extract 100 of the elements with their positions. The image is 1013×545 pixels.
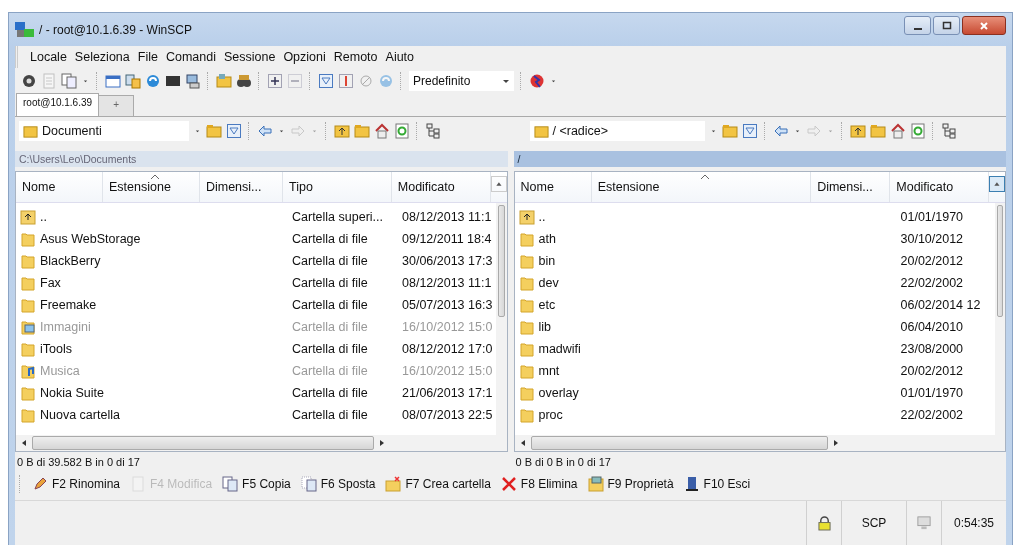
location-dropdown[interactable]: / <radice> <box>529 121 705 141</box>
file-name[interactable]: bin <box>538 254 556 268</box>
file-name[interactable]: .. <box>538 210 546 224</box>
parent-folder-icon[interactable] <box>334 123 350 139</box>
folder-icon <box>20 385 36 401</box>
menu-item[interactable]: Comandi <box>161 48 220 66</box>
file-name[interactable]: dev <box>538 276 559 290</box>
menu-item[interactable]: Aiuto <box>381 48 419 66</box>
file-name[interactable]: .. <box>40 210 47 224</box>
column-header[interactable]: Estensione <box>591 172 812 202</box>
modified-date: 30/10/2012 <box>899 232 965 246</box>
back-arrow-icon[interactable] <box>772 123 789 139</box>
column-header[interactable]: Estensione <box>103 172 200 202</box>
menu-item[interactable]: Remoto <box>329 48 382 66</box>
transfer-icon[interactable] <box>125 73 141 89</box>
refresh-icon[interactable] <box>145 73 161 89</box>
filter-icon[interactable] <box>226 123 242 139</box>
location-dropdown[interactable]: Documenti <box>19 121 189 141</box>
modified-date: 05/07/2013 16:3 <box>401 298 494 312</box>
folder-icon <box>20 297 36 313</box>
window-icon[interactable] <box>105 73 121 89</box>
file-name[interactable]: overlay <box>538 386 579 400</box>
menu-item[interactable]: Seleziona <box>70 48 134 66</box>
column-header[interactable]: Modificato <box>391 172 491 202</box>
session-tab[interactable]: root@10.1.6.39 <box>16 93 100 116</box>
modified-date: 08/12/2013 11:1 <box>401 210 493 224</box>
file-name[interactable]: Fax <box>40 276 61 290</box>
modified-date: 08/12/2012 17:0 <box>401 342 494 356</box>
close-button[interactable] <box>962 16 1006 35</box>
modified-date: 21/06/2013 17:1 <box>401 386 494 400</box>
file-name[interactable]: proc <box>538 408 563 422</box>
computer-icon[interactable] <box>185 73 201 89</box>
scroll-up-button[interactable] <box>490 176 507 192</box>
binoculars-icon[interactable] <box>236 73 252 89</box>
function-key-button[interactable]: F8 Elimina <box>498 476 580 492</box>
file-type: Cartella di file <box>291 386 369 400</box>
file-name[interactable]: Nokia Suite <box>40 386 104 400</box>
back-arrow-icon[interactable] <box>257 123 273 139</box>
refresh-icon[interactable] <box>909 123 926 139</box>
scroll-right-icon <box>831 439 840 447</box>
function-key-button[interactable]: F2 Rinomina <box>30 476 123 492</box>
file-type: Cartella di file <box>291 408 369 422</box>
file-name[interactable]: mnt <box>538 364 560 378</box>
reload-icon[interactable] <box>378 73 394 89</box>
home-icon[interactable] <box>374 123 390 139</box>
profile-dropdown[interactable]: Predefinito <box>409 71 514 91</box>
horizontal-scrollbar[interactable] <box>16 435 507 451</box>
menu-item[interactable]: Locale <box>26 48 71 66</box>
maximize-button[interactable] <box>933 16 960 35</box>
file-name[interactable]: Nuova cartella <box>40 408 120 422</box>
folder-icon[interactable] <box>206 123 222 139</box>
file-name[interactable]: madwifi <box>538 342 581 356</box>
modified-date: 16/10/2012 15:0 <box>401 320 494 334</box>
home-icon[interactable] <box>889 123 906 139</box>
modified-date: 01/01/1970 <box>899 386 965 400</box>
function-key-button[interactable]: F7 Crea cartella <box>383 476 493 492</box>
column-header[interactable]: Dimensi... <box>811 172 891 202</box>
column-header[interactable]: Nome <box>16 172 104 202</box>
close-icon <box>979 20 989 31</box>
file-name[interactable]: ath <box>538 232 556 246</box>
refresh-icon[interactable] <box>394 123 410 139</box>
tree-icon[interactable] <box>940 123 957 139</box>
folder-icon <box>518 341 535 357</box>
column-header[interactable]: Nome <box>514 172 592 202</box>
folder-icon <box>20 407 36 423</box>
file-name[interactable]: Asus WebStorage <box>40 232 141 246</box>
function-key-button[interactable]: F9 Proprietà <box>585 476 676 492</box>
menu-item[interactable]: Sessione <box>219 48 280 66</box>
filter-icon[interactable] <box>318 73 334 89</box>
scroll-up-button[interactable] <box>989 176 1005 192</box>
modified-date: 16/10/2012 15:0 <box>401 364 494 378</box>
function-key-button[interactable]: F5 Copia <box>220 476 293 492</box>
parent-folder-icon[interactable] <box>849 123 866 139</box>
minimize-button[interactable] <box>904 16 931 35</box>
function-key-button[interactable]: F6 Sposta <box>298 476 378 492</box>
file-name[interactable]: iTools <box>40 342 72 356</box>
documents-icon[interactable] <box>61 73 77 89</box>
menu-item[interactable]: Opzioni <box>279 48 330 66</box>
pencil-icon <box>32 476 48 492</box>
tree-icon[interactable] <box>425 123 441 139</box>
file-type: Cartella di file <box>291 276 369 290</box>
file-name[interactable]: Freemake <box>40 298 97 312</box>
session-tab[interactable]: + <box>98 95 135 116</box>
modified-date: 01/01/1970 <box>899 210 965 224</box>
gear-icon[interactable] <box>21 73 37 89</box>
filter-icon[interactable] <box>741 123 758 139</box>
file-name[interactable]: lib <box>538 320 551 334</box>
column-header[interactable]: Tipo <box>283 172 392 202</box>
column-header[interactable]: Dimensi... <box>199 172 283 202</box>
file-name[interactable]: BlackBerry <box>40 254 101 268</box>
horizontal-scrollbar[interactable] <box>514 435 1005 451</box>
vertical-scrollbar[interactable] <box>994 203 1005 435</box>
menu-item[interactable]: File <box>133 48 162 66</box>
terminal-icon[interactable] <box>165 73 181 89</box>
file-name[interactable]: etc <box>538 298 556 312</box>
vertical-scrollbar[interactable] <box>496 203 507 435</box>
function-key-button[interactable]: F10 Esci <box>681 476 753 492</box>
plus-box-icon[interactable] <box>267 73 283 89</box>
folder-icon[interactable] <box>721 123 738 139</box>
circle-slash-icon[interactable] <box>358 73 374 89</box>
